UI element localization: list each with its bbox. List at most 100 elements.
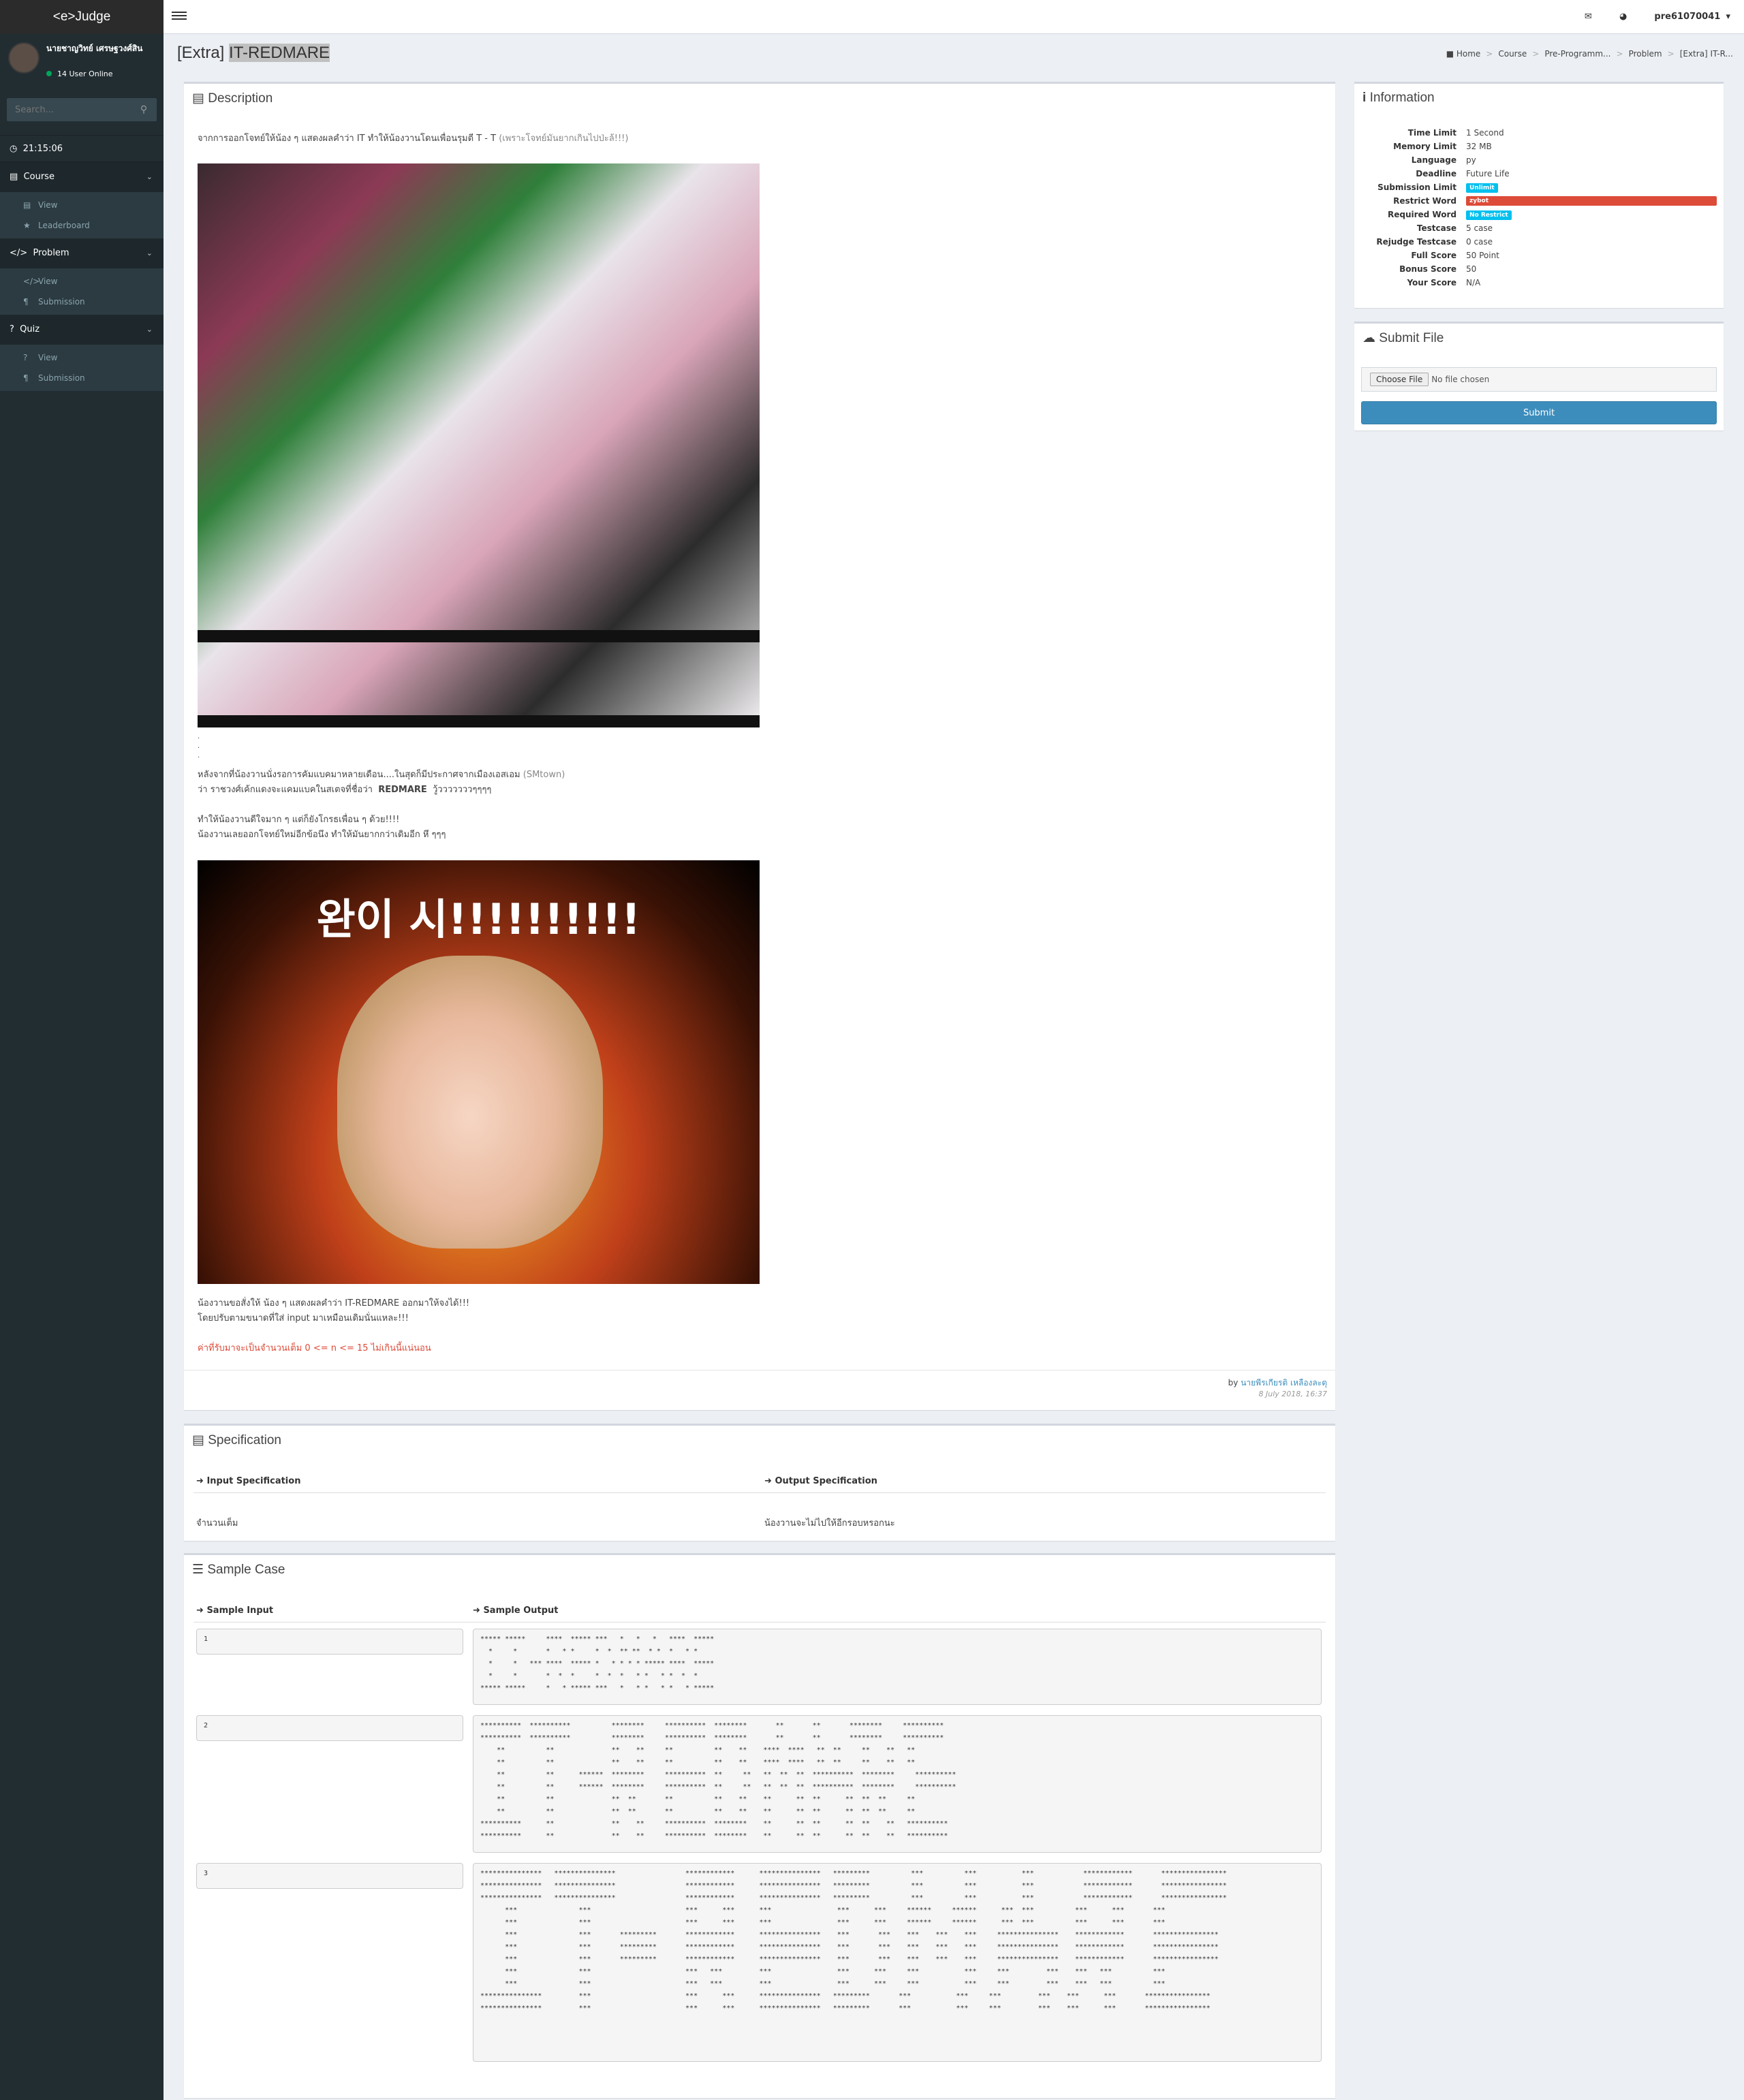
info-value: 0 case: [1466, 237, 1493, 247]
breadcrumb-current: [Extra] IT-R...: [1679, 49, 1733, 59]
document-icon: ▤: [192, 1433, 204, 1447]
info-key: Time Limit: [1407, 128, 1457, 138]
specification-heading: ▤ Specification: [192, 1433, 281, 1447]
info-key: Testcase: [1416, 223, 1457, 233]
breadcrumb-course-name[interactable]: Pre-Programm...: [1544, 49, 1610, 59]
sidebar-section-course[interactable]: ▤ Course ⌄: [0, 162, 164, 192]
sidebar-item-problem-view[interactable]: </>View: [0, 271, 164, 292]
top-navbar: ✉ ◕ pre61070041 ▾: [164, 0, 1744, 34]
trophy-icon: ★: [23, 221, 31, 230]
info-key: Full Score: [1411, 251, 1457, 260]
submit-file-box: ☁ Submit File Choose File No file chosen …: [1354, 322, 1724, 430]
info-row: Submission Limit Unlimit: [1354, 181, 1724, 194]
sidebar-clock: ◷ 21:15:06: [0, 135, 164, 162]
sign-out-icon: ➜: [764, 1476, 772, 1486]
search-icon[interactable]: ⚲: [131, 98, 157, 121]
info-row: Deadline Future Life: [1354, 167, 1724, 181]
app-logo[interactable]: <e>Judge: [0, 0, 164, 34]
info-key: Rejudge Testcase: [1376, 237, 1457, 247]
sidebar-item-problem-submission[interactable]: ¶ Submission: [0, 292, 164, 312]
sample-output-2[interactable]: ********** ********** ******** *********…: [473, 1715, 1322, 1853]
info-row: Testcase 5 case: [1354, 221, 1724, 235]
code-icon: </>: [10, 248, 28, 258]
online-dot-icon: [46, 71, 52, 76]
sample-input-1[interactable]: 1: [196, 1629, 463, 1655]
question-icon: ?: [10, 324, 14, 334]
breadcrumb-problem[interactable]: Problem: [1629, 49, 1662, 59]
course-icon: ▤: [10, 172, 18, 182]
info-key: Your Score: [1407, 278, 1457, 287]
sidebar-item-course-view[interactable]: ▤ View: [0, 195, 164, 215]
sidebar-item-quiz-submission[interactable]: ¶ Submission: [0, 368, 164, 388]
submit-button[interactable]: Submit: [1361, 401, 1717, 424]
info-row: Full Score 50 Point: [1354, 249, 1724, 262]
file-input[interactable]: Choose File No file chosen: [1361, 367, 1717, 392]
gif-image-1: [198, 163, 760, 727]
menu-toggle-icon[interactable]: [172, 10, 187, 23]
sidebar-search: ⚲: [7, 98, 157, 121]
info-value: 1 Second: [1466, 128, 1504, 138]
online-count: 14 User Online: [57, 69, 113, 78]
info-row: Language py: [1354, 153, 1724, 167]
description-dots: ...: [198, 733, 200, 759]
info-key: Memory Limit: [1393, 142, 1457, 151]
sidebar-item-course-leaderboard[interactable]: ★ Leaderboard: [0, 215, 164, 236]
sidebar-submenu-course: ▤ View ★ Leaderboard: [0, 192, 164, 238]
choose-file-button[interactable]: Choose File: [1370, 373, 1429, 386]
user-menu[interactable]: pre61070041 ▾: [1654, 12, 1730, 22]
info-badge: Unlimit: [1466, 183, 1498, 193]
sample-input-2[interactable]: 2: [196, 1715, 463, 1741]
clock-icon: ◷: [10, 144, 18, 154]
info-row: Memory Limit 32 MB: [1354, 140, 1724, 153]
information-heading: i Information: [1362, 91, 1435, 105]
description-paragraph-1: หลังจากที่น้องวานนั่งรอการคัมแบคมาหลายเด…: [198, 770, 565, 780]
mail-icon[interactable]: ✉: [1585, 12, 1592, 22]
info-value: 50: [1466, 264, 1477, 274]
description-paragraph-4: น้องวานขอสั่งให้ น้อง ๆ แสดงผลคำว่า IT-R…: [198, 1298, 470, 1323]
output-spec-label: ➜ Output Specification: [764, 1476, 877, 1486]
info-value: No Restrict: [1466, 208, 1512, 221]
main-content: [Extra] IT-REDMARE ■ Home > Course > Pre-Pro…: [164, 34, 1744, 2100]
info-key: Required Word: [1387, 210, 1457, 219]
sample-output-3[interactable]: *************** *************** ********…: [473, 1863, 1322, 2062]
sign-in-icon: ➜: [196, 1605, 204, 1616]
input-spec-value: จำนวนเต็ม: [196, 1518, 238, 1529]
navbar-right: ✉ ◕ pre61070041 ▾: [1560, 0, 1730, 34]
chevron-down-icon: ⌄: [146, 172, 153, 181]
breadcrumb-home[interactable]: Home: [1457, 49, 1480, 59]
specification-box: ▤ Specification ➜ Input Specification ➜ …: [184, 1424, 1335, 1541]
description-note: ค่าที่รับมาจะเป็นจำนวนเต็ม 0 <= n <= 15 …: [198, 1343, 431, 1353]
sidebar: <e>Judge นายชาญวิทย์ เศรษฐวงศ์สิน 14 Use…: [0, 0, 164, 2100]
clock-time: 21:15:06: [22, 144, 63, 154]
sidebar-item-quiz-view[interactable]: ? View: [0, 347, 164, 368]
chevron-down-icon: ⌄: [146, 325, 153, 334]
sample-output-1[interactable]: ***** ***** **** ***** *** * * * **** **…: [473, 1629, 1322, 1705]
info-key: Language: [1411, 155, 1457, 165]
paragraph-icon: ¶: [23, 297, 29, 307]
info-badge: No Restrict: [1466, 210, 1512, 220]
sample-input-3[interactable]: 3: [196, 1863, 463, 1889]
globe-icon[interactable]: ◕: [1619, 12, 1627, 22]
description-paragraph-2: ว่า ราชวงศ์เค้กแดงจะแคมแบคในสเตจที่ชื่อว…: [198, 785, 492, 795]
breadcrumb-course[interactable]: Course: [1498, 49, 1527, 59]
sidebar-section-quiz[interactable]: ? Quiz ⌄: [0, 315, 164, 345]
info-row: Rejudge Testcase 0 case: [1354, 235, 1724, 249]
sidebar-section-problem[interactable]: </> Problem ⌄: [0, 238, 164, 268]
info-row: Bonus Score 50: [1354, 262, 1724, 276]
code-icon: </>: [23, 277, 40, 286]
info-value: 50 Point: [1466, 251, 1499, 260]
sidebar-submenu-problem: </>View ¶ Submission: [0, 268, 164, 315]
gif-image-2: 완이 시!!!!!!!!!!: [198, 860, 760, 1284]
info-key: Deadline: [1416, 169, 1457, 178]
info-row: Restrict Word zybot: [1354, 194, 1724, 208]
breadcrumb: ■ Home > Course > Pre-Programm... > Problem > [E…: [1446, 49, 1733, 59]
caret-down-icon: ▾: [1726, 12, 1730, 22]
sample-heading: ☰ Sample Case: [192, 1563, 285, 1577]
page-title: [Extra] IT-REDMARE: [177, 44, 330, 62]
info-value: zybot: [1466, 194, 1717, 206]
author-link[interactable]: นายพีรเกียรติ เหลืองละตุ: [1241, 1378, 1327, 1388]
chevron-down-icon: ⌄: [146, 249, 153, 257]
description-intro: จากการออกโจทย์ให้น้อง ๆ แสดงผลคำว่า IT ท…: [198, 134, 629, 144]
info-key: Submission Limit: [1377, 183, 1457, 192]
user-name: นายชาญวิทย์ เศรษฐวงศ์สิน: [46, 44, 143, 53]
